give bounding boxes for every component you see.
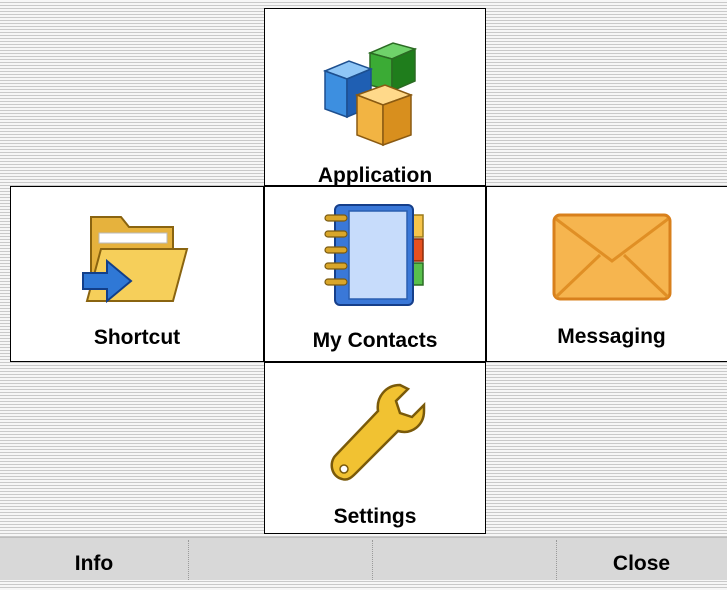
menu-tile-my-contacts[interactable]: My Contacts [264, 186, 486, 362]
tile-label-shortcut: Shortcut [93, 326, 181, 349]
softkey-divider [372, 540, 373, 580]
tile-label-my-contacts: My Contacts [312, 329, 438, 352]
envelope-icon [552, 213, 671, 301]
menu-tile-shortcut[interactable]: Shortcut [10, 186, 264, 362]
tile-label-application: Application [317, 164, 433, 187]
menu-tile-application[interactable]: Application [264, 8, 486, 187]
wrench-icon [330, 383, 426, 481]
softkey-divider [188, 540, 189, 580]
softkey-bar: Info Close [0, 537, 727, 580]
address-book-icon [324, 204, 424, 306]
menu-tile-messaging[interactable]: Messaging [486, 186, 727, 362]
tile-label-settings: Settings [333, 505, 417, 528]
menu-tile-settings[interactable]: Settings [264, 362, 486, 534]
folder-shortcut-icon [82, 216, 189, 304]
tile-label-messaging: Messaging [557, 325, 666, 348]
close-softkey[interactable]: Close [556, 538, 727, 580]
application-cubes-icon [322, 42, 418, 147]
info-softkey[interactable]: Info [0, 538, 188, 580]
